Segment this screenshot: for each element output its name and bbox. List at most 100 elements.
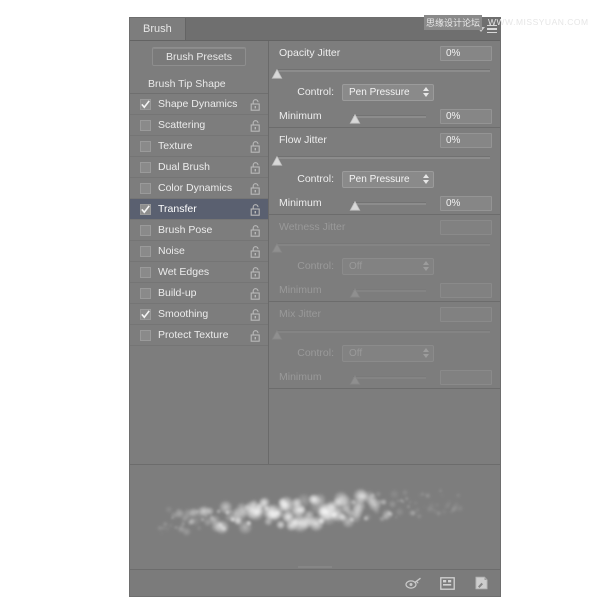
- sidebar-item-color-dynamics[interactable]: Color Dynamics: [130, 178, 268, 198]
- panel-footer: [130, 569, 500, 596]
- mix-minimum-value[interactable]: [440, 369, 492, 385]
- opacity-control-label: Control:: [297, 86, 334, 98]
- sidebar-item-wet-edges[interactable]: Wet Edges: [130, 262, 268, 282]
- lock-open-icon[interactable]: [250, 119, 261, 132]
- flow-control-select[interactable]: Pen Pressure: [342, 170, 434, 188]
- mix-jitter-slider[interactable]: [269, 326, 500, 340]
- flow-jitter-slider[interactable]: [269, 152, 500, 166]
- sidebar-item-texture[interactable]: Texture: [130, 136, 268, 156]
- option-checkbox[interactable]: [140, 119, 151, 131]
- flow-jitter-row: Flow Jitter 0%: [269, 128, 500, 152]
- wetness-jitter-value[interactable]: [440, 219, 492, 235]
- wetness-jitter-label: Wetness Jitter: [279, 221, 346, 233]
- transfer-settings-column: Opacity Jitter 0% Control: Pen Pressure Mini…: [269, 41, 500, 464]
- wetness-minimum-slider[interactable]: [337, 284, 434, 298]
- watermark: 思缘设计论坛 WWW.MISSYUAN.COM: [424, 14, 596, 30]
- mix-minimum-row: Minimum: [269, 366, 500, 388]
- stepper-arrows-icon[interactable]: [423, 348, 429, 358]
- sidebar-item-brush-tip-shape[interactable]: Brush Tip Shape: [130, 74, 268, 94]
- flow-jitter-value[interactable]: 0%: [440, 132, 492, 148]
- option-label: Noise: [158, 244, 185, 257]
- wetness-jitter-section: Wetness Jitter Control: Off Minimum: [269, 214, 500, 301]
- opacity-minimum-value[interactable]: 0%: [440, 108, 492, 124]
- lock-open-icon[interactable]: [250, 308, 261, 321]
- option-checkbox[interactable]: [140, 182, 151, 194]
- wetness-jitter-row: Wetness Jitter: [269, 215, 500, 239]
- lock-open-icon[interactable]: [250, 245, 261, 258]
- stepper-arrows-icon[interactable]: [423, 87, 429, 97]
- sidebar-item-protect-texture[interactable]: Protect Texture: [130, 325, 268, 345]
- sidebar-item-scattering[interactable]: Scattering: [130, 115, 268, 135]
- new-brush-icon[interactable]: [472, 575, 490, 591]
- flow-control-row: Control: Pen Pressure: [269, 166, 500, 192]
- slider-handle[interactable]: [271, 66, 283, 79]
- brush-presets-button[interactable]: Brush Presets: [152, 47, 246, 66]
- option-checkbox[interactable]: [140, 245, 151, 257]
- sidebar-item-smoothing[interactable]: Smoothing: [130, 304, 268, 324]
- sidebar-item-brush-pose[interactable]: Brush Pose: [130, 220, 268, 240]
- mix-jitter-value[interactable]: [440, 306, 492, 322]
- lock-open-icon[interactable]: [250, 140, 261, 153]
- flow-minimum-slider[interactable]: [337, 197, 434, 211]
- option-checkbox[interactable]: [140, 287, 151, 299]
- brush-panel: Brush Brush Presets Brush Tip Shape Shap…: [130, 18, 500, 596]
- lock-open-icon[interactable]: [250, 161, 261, 174]
- opacity-control-value: Pen Pressure: [349, 86, 410, 98]
- lock-open-icon[interactable]: [250, 224, 261, 237]
- lock-open-icon[interactable]: [250, 203, 261, 216]
- option-checkbox[interactable]: [140, 98, 151, 110]
- slider-handle[interactable]: [271, 240, 283, 253]
- slider-handle[interactable]: [349, 111, 361, 124]
- tab-brush[interactable]: Brush: [130, 18, 186, 40]
- option-checkbox[interactable]: [140, 308, 151, 320]
- slider-handle[interactable]: [349, 198, 361, 211]
- slider-handle[interactable]: [271, 327, 283, 340]
- wetness-control-select[interactable]: Off: [342, 257, 434, 275]
- lock-open-icon[interactable]: [250, 287, 261, 300]
- opacity-jitter-slider[interactable]: [269, 65, 500, 79]
- sidebar-item-dual-brush[interactable]: Dual Brush: [130, 157, 268, 177]
- mix-control-select[interactable]: Off: [342, 344, 434, 362]
- option-checkbox[interactable]: [140, 329, 151, 341]
- lock-open-icon[interactable]: [250, 182, 261, 195]
- brush-presets-panel-icon[interactable]: [438, 575, 456, 591]
- slider-track: [277, 156, 490, 159]
- slider-handle[interactable]: [349, 285, 361, 298]
- toggle-airbrush-icon[interactable]: [404, 575, 422, 591]
- lock-open-icon[interactable]: [250, 329, 261, 342]
- sidebar-item-transfer[interactable]: Transfer: [130, 199, 268, 219]
- mix-control-value: Off: [349, 347, 363, 359]
- brush-tip-shape-label: Brush Tip Shape: [148, 77, 226, 90]
- lock-open-icon: [250, 141, 260, 153]
- slider-handle[interactable]: [271, 153, 283, 166]
- opacity-jitter-row: Opacity Jitter 0%: [269, 41, 500, 65]
- lock-open-icon: [250, 309, 260, 321]
- slider-handle[interactable]: [349, 372, 361, 385]
- option-checkbox[interactable]: [140, 266, 151, 278]
- wetness-minimum-value[interactable]: [440, 282, 492, 298]
- option-checkbox[interactable]: [140, 203, 151, 215]
- wetness-jitter-slider[interactable]: [269, 239, 500, 253]
- stepper-arrows-icon[interactable]: [423, 174, 429, 184]
- lock-open-icon[interactable]: [250, 98, 261, 111]
- mix-jitter-label: Mix Jitter: [279, 308, 321, 320]
- sidebar-item-shape-dynamics[interactable]: Shape Dynamics: [130, 94, 268, 114]
- opacity-control-select[interactable]: Pen Pressure: [342, 83, 434, 101]
- lock-open-icon: [250, 120, 260, 132]
- mix-minimum-slider[interactable]: [337, 371, 434, 385]
- opacity-minimum-slider[interactable]: [337, 110, 434, 124]
- option-label: Protect Texture: [158, 328, 229, 341]
- checkmark-icon: [141, 309, 150, 318]
- opacity-jitter-value[interactable]: 0%: [440, 45, 492, 61]
- flow-minimum-value[interactable]: 0%: [440, 195, 492, 211]
- flow-control-value: Pen Pressure: [349, 173, 410, 185]
- option-checkbox[interactable]: [140, 161, 151, 173]
- slider-handle-icon: [349, 200, 361, 211]
- option-checkbox[interactable]: [140, 224, 151, 236]
- option-checkbox[interactable]: [140, 140, 151, 152]
- sidebar-item-build-up[interactable]: Build-up: [130, 283, 268, 303]
- stepper-arrows-icon[interactable]: [423, 261, 429, 271]
- slider-handle-icon: [271, 329, 283, 340]
- sidebar-item-noise[interactable]: Noise: [130, 241, 268, 261]
- lock-open-icon[interactable]: [250, 266, 261, 279]
